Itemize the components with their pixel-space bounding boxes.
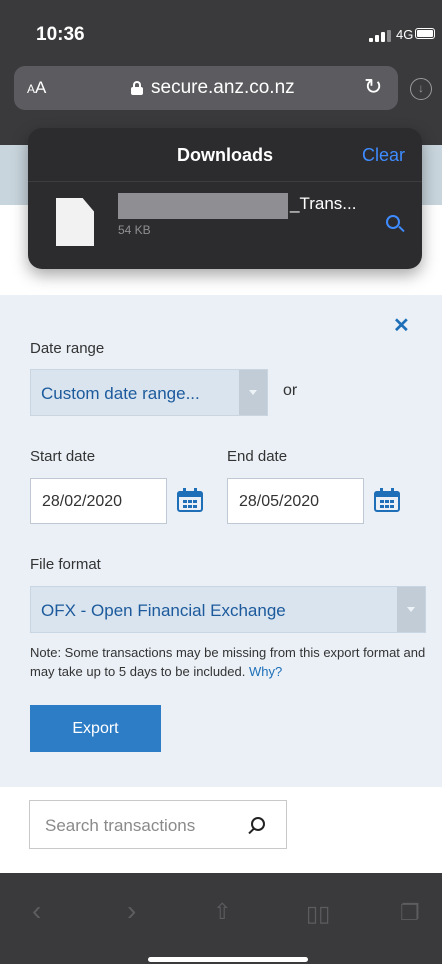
share-icon[interactable]: ⇧ xyxy=(213,899,231,925)
end-date-label: End date xyxy=(227,448,288,465)
calendar-icon[interactable] xyxy=(374,488,400,512)
chevron-down-icon xyxy=(397,587,425,632)
file-size: 54 KB xyxy=(118,223,151,237)
end-date-input[interactable]: 28/05/2020 xyxy=(227,478,364,524)
status-time: 10:36 xyxy=(36,24,85,45)
reload-icon[interactable]: ↻ xyxy=(364,74,382,100)
network-type: 4G xyxy=(396,27,414,42)
redacted-filename xyxy=(118,193,288,219)
browser-toolbar: ‹ › ⇧ ▯▯ ❐ xyxy=(0,873,442,964)
export-button[interactable]: Export xyxy=(30,705,161,752)
close-icon[interactable]: ✕ xyxy=(393,313,410,338)
export-note: Note: Some transactions may be missing f… xyxy=(30,645,426,679)
tabs-icon[interactable]: ❐ xyxy=(400,900,420,926)
file-icon xyxy=(56,198,94,246)
date-range-label: Date range xyxy=(30,340,105,357)
text-size-button[interactable]: AA xyxy=(27,78,46,98)
chevron-down-icon xyxy=(239,370,267,415)
downloads-icon[interactable]: ↓ xyxy=(410,78,432,100)
signal-icon xyxy=(369,30,391,42)
file-name: _Trans... xyxy=(290,194,357,213)
start-date-input[interactable]: 28/02/2020 xyxy=(30,478,167,524)
forward-icon[interactable]: › xyxy=(127,895,136,927)
why-link[interactable]: Why? xyxy=(249,664,282,679)
file-format-value: OFX - Open Financial Exchange xyxy=(41,601,286,620)
start-date-label: Start date xyxy=(30,448,96,465)
date-range-value: Custom date range... xyxy=(41,384,200,403)
or-label: or xyxy=(283,382,298,399)
downloads-popover: Downloads Clear _Trans... 54 KB xyxy=(28,128,422,269)
home-indicator xyxy=(148,957,308,962)
url-text[interactable]: secure.anz.co.nz xyxy=(151,77,295,99)
search-transactions-input[interactable]: Search transactions xyxy=(29,800,287,849)
clear-button[interactable]: Clear xyxy=(362,145,405,166)
lock-icon xyxy=(131,81,143,95)
bookmarks-icon[interactable]: ▯▯ xyxy=(306,901,330,927)
status-bar: 10:36 4G xyxy=(0,0,442,64)
file-format-label: File format xyxy=(30,556,101,573)
battery-icon xyxy=(415,28,435,39)
search-icon[interactable] xyxy=(251,817,265,831)
date-range-select[interactable]: Custom date range... xyxy=(30,369,268,416)
back-icon[interactable]: ‹ xyxy=(32,895,41,927)
file-format-select[interactable]: OFX - Open Financial Exchange xyxy=(30,586,426,633)
calendar-icon[interactable] xyxy=(177,488,203,512)
address-bar[interactable]: AA secure.anz.co.nz ↻ xyxy=(14,66,398,110)
browser-chrome: 10:36 4G AA secure.anz.co.nz ↻ ↓ xyxy=(0,0,442,145)
reveal-file-icon[interactable] xyxy=(386,215,400,229)
